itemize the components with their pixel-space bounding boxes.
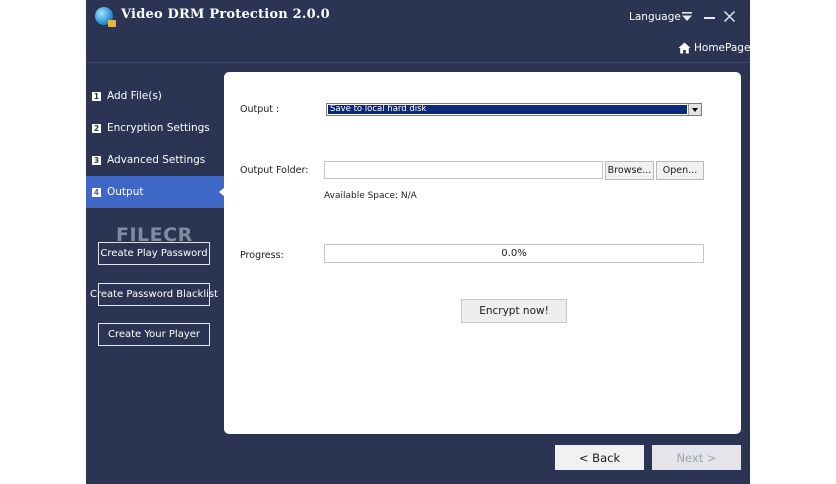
home-icon xyxy=(678,42,691,54)
output-panel: Output : Save to local hard disk Output … xyxy=(224,72,741,434)
encrypt-now-button[interactable]: Encrypt now! xyxy=(461,299,567,323)
output-select[interactable]: Save to local hard disk xyxy=(326,103,702,116)
title-divider xyxy=(86,62,750,63)
step-number: 4 xyxy=(92,187,101,197)
nav-item-label: Output xyxy=(107,186,144,198)
create-password-blacklist-button[interactable]: Create Password Blacklist xyxy=(90,283,218,306)
create-play-password-button[interactable]: Create Play Password xyxy=(98,242,210,265)
progress-label: Progress: xyxy=(240,250,284,261)
next-button[interactable]: Next > xyxy=(652,445,741,470)
title-bar: Video DRM Protection 2.0.0 Language xyxy=(86,0,750,34)
dropdown-arrow-icon[interactable] xyxy=(688,104,701,115)
back-button[interactable]: < Back xyxy=(555,445,644,470)
step-number: 1 xyxy=(92,91,101,101)
output-label: Output : xyxy=(240,104,280,115)
progress-bar: 0.0% xyxy=(324,244,704,263)
close-icon[interactable] xyxy=(724,11,735,22)
nav-item-add-files[interactable]: 1 Add File(s) xyxy=(86,80,224,112)
nav-item-label: Add File(s) xyxy=(107,90,162,102)
homepage-link[interactable]: HomePage xyxy=(678,42,750,54)
nav-item-label: Encryption Settings xyxy=(107,122,210,134)
output-selected-value: Save to local hard disk xyxy=(328,105,687,114)
minimize-icon[interactable] xyxy=(704,17,715,19)
step-number: 3 xyxy=(92,155,101,165)
language-menu[interactable]: Language xyxy=(629,11,681,23)
output-folder-input[interactable] xyxy=(324,161,603,179)
app-logo-icon xyxy=(95,7,116,27)
progress-text: 0.0% xyxy=(501,248,527,259)
nav-item-encryption-settings[interactable]: 2 Encryption Settings xyxy=(86,112,224,144)
nav-item-output[interactable]: 4 Output xyxy=(86,176,224,208)
app-window: Video DRM Protection 2.0.0 Language Home… xyxy=(86,0,750,484)
open-folder-button[interactable]: Open... xyxy=(656,161,704,180)
step-nav: 1 Add File(s) 2 Encryption Settings 3 Ad… xyxy=(86,80,224,208)
output-folder-label: Output Folder: xyxy=(240,165,309,176)
available-space-text: Available Space: N/A xyxy=(324,191,417,201)
app-title: Video DRM Protection 2.0.0 xyxy=(121,7,330,22)
step-number: 2 xyxy=(92,123,101,133)
language-dropdown-icon[interactable] xyxy=(682,12,692,22)
homepage-label: HomePage xyxy=(694,42,751,54)
nav-item-advanced-settings[interactable]: 3 Advanced Settings xyxy=(86,144,224,176)
nav-item-label: Advanced Settings xyxy=(107,154,206,166)
create-your-player-button[interactable]: Create Your Player xyxy=(98,323,210,346)
browse-button[interactable]: Browse... xyxy=(605,161,654,180)
